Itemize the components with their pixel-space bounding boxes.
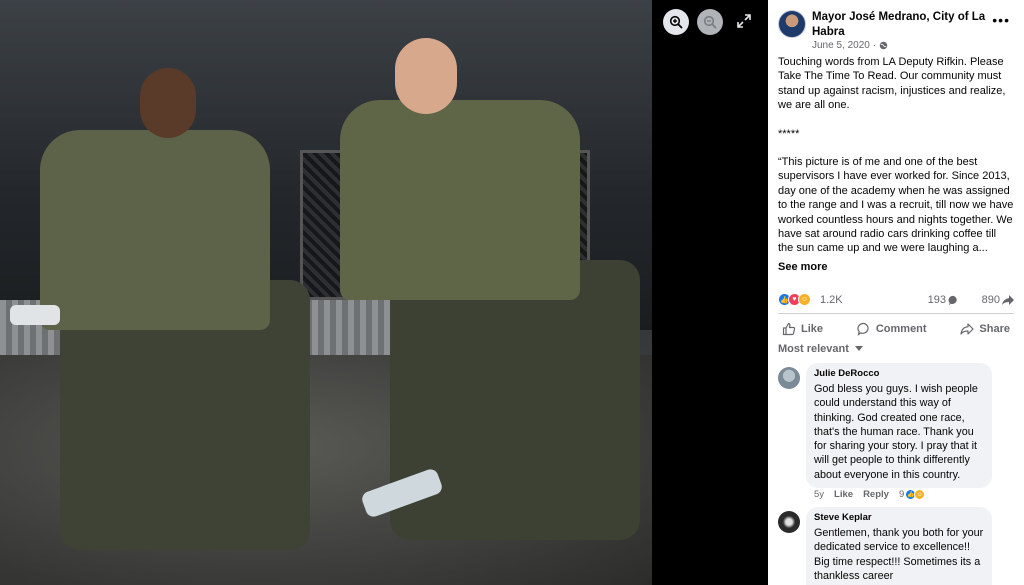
comment-sort-dropdown[interactable]: Most relevant <box>778 343 863 355</box>
author-name[interactable]: Mayor José Medrano, City of La Habra <box>812 10 992 40</box>
reactions-bar: 👍 ♥ ☺ 1.2K 193 890 <box>778 292 1014 308</box>
photo-viewer <box>0 0 768 585</box>
like-label: Like <box>801 322 824 335</box>
commenter-avatar[interactable] <box>778 367 800 389</box>
comment-item: Steve Keplar Gentlemen, thank you both f… <box>778 507 1014 585</box>
post-panel: Mayor José Medrano, City of La Habra Jun… <box>768 0 1024 585</box>
photo-person-right-body <box>340 100 580 300</box>
post-header: Mayor José Medrano, City of La Habra Jun… <box>768 0 1024 55</box>
care-reaction-icon: ☺ <box>914 489 926 500</box>
comment-count-value: 193 <box>927 294 946 306</box>
commenter-name[interactable]: Steve Keplar <box>814 512 984 523</box>
expand-icon[interactable] <box>736 13 752 29</box>
commenter-avatar[interactable] <box>778 511 800 533</box>
reaction-count[interactable]: 1.2K <box>820 294 843 306</box>
share-button[interactable]: Share <box>960 318 1010 336</box>
share-arrow-icon <box>1002 294 1014 305</box>
post-date[interactable]: June 5, 2020 · <box>812 40 876 51</box>
comment-count[interactable]: 193 <box>928 294 959 306</box>
comment-reaction-summary[interactable]: 9 👍 ☺ <box>898 489 926 500</box>
zoom-in-button[interactable] <box>663 9 689 35</box>
more-icon[interactable]: ••• <box>992 12 1010 28</box>
comment-reaction-count: 9 <box>898 489 905 500</box>
post-paragraph: ***** <box>778 127 800 140</box>
comment-bubble: Steve Keplar Gentlemen, thank you both f… <box>806 507 992 585</box>
photo-person-right-head <box>395 38 457 114</box>
photo-person-right-legs <box>390 260 640 540</box>
comment-bubble: Julie DeRocco God bless you guys. I wish… <box>806 363 992 489</box>
post-body: Touching words from LA Deputy Rifkin. Pl… <box>768 55 1024 274</box>
comment-text: Gentlemen, thank you both for your dedic… <box>814 527 984 582</box>
comment-reply-button[interactable]: Reply <box>863 489 889 500</box>
post-paragraph: Touching words from LA Deputy Rifkin. Pl… <box>778 56 1006 112</box>
comment-icon <box>857 322 869 336</box>
photo-bottle <box>10 305 60 325</box>
post-paragraph: “This picture is of me and one of the be… <box>778 156 1014 255</box>
photo-person-left-head <box>140 68 196 138</box>
comment-label: Comment <box>875 322 927 335</box>
see-more-link[interactable]: See more <box>778 260 1014 274</box>
share-count[interactable]: 890 <box>982 294 1014 306</box>
author-avatar[interactable] <box>778 10 806 38</box>
share-label: Share <box>979 322 1010 335</box>
photo-person-left-body <box>40 130 270 330</box>
commenter-name[interactable]: Julie DeRocco <box>814 368 984 379</box>
reaction-icons[interactable]: 👍 ♥ ☺ <box>778 293 811 306</box>
post-meta: June 5, 2020 · <box>812 40 888 51</box>
comment-bubble-icon <box>948 295 957 305</box>
like-icon <box>782 322 796 335</box>
post-photo <box>0 0 652 585</box>
share-count-value: 890 <box>981 294 1000 306</box>
share-icon <box>960 322 975 335</box>
comment-meta: 5y Like Reply 9 👍 ☺ <box>814 489 926 500</box>
zoom-in-icon <box>669 15 683 29</box>
comment-text: God bless you guys. I wish people could … <box>814 383 978 481</box>
care-reaction-icon: ☺ <box>798 293 811 306</box>
comment-button[interactable]: Comment <box>857 318 927 336</box>
like-button[interactable]: Like <box>782 318 823 336</box>
comment-item: Julie DeRocco God bless you guys. I wish… <box>778 363 1014 503</box>
sort-label: Most relevant <box>778 343 849 355</box>
chevron-down-icon <box>854 346 863 351</box>
comment-like-button[interactable]: Like <box>834 489 853 500</box>
globe-icon <box>879 41 888 50</box>
post-actions: Like Comment Share <box>778 313 1014 339</box>
zoom-out-icon <box>703 15 717 29</box>
comment-age[interactable]: 5y <box>814 489 824 500</box>
zoom-out-button[interactable] <box>697 9 723 35</box>
